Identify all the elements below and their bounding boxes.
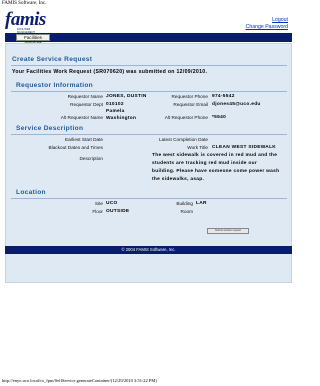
divider <box>11 91 287 92</box>
page-title: Create Service Request <box>12 56 93 63</box>
requestor-email-value: djones45@uco.edu <box>212 102 261 107</box>
requestor-name-value: JONES, DUSTIN <box>106 94 147 99</box>
alt-requestor-name-line2: Washington <box>106 116 137 121</box>
footer-bar: © 2004 FAMIS Software, Inc. <box>5 246 292 254</box>
floor-value: OUTSIDE <box>106 209 130 214</box>
alt-requestor-name-line1: Pamela <box>106 109 125 114</box>
famis-logo[interactable]: famis FACILITIES MANAGEMENT INFORMATION … <box>5 9 47 38</box>
divider <box>11 65 287 66</box>
logo-text: famis <box>5 9 46 30</box>
alt-requestor-phone-label: Alt Requestor Phone <box>164 115 208 120</box>
requestor-phone-value: 974-5542 <box>212 94 235 99</box>
change-password-link[interactable]: Change Password <box>246 24 288 31</box>
location-heading: Location <box>16 189 46 196</box>
requestor-name-label: Requestor Name <box>67 94 103 99</box>
alt-requestor-phone-value: *5540 <box>212 115 227 120</box>
browser-url-footer: http://enyo.uco.local/cs_fpm/SelfService… <box>2 378 157 383</box>
work-title-value: CLEAN WEST SIDEWALK <box>212 145 277 150</box>
copyright-text: © 2004 FAMIS Software, Inc. <box>121 247 176 252</box>
nav-bar: Facilities Services <box>5 33 292 45</box>
description-value: The west sidewalk is covered in red mud … <box>152 153 280 182</box>
requestor-dept-value: 010102 <box>106 102 124 107</box>
work-title-label: Work Title <box>187 145 208 150</box>
divider <box>11 198 287 199</box>
logout-link[interactable]: Logout <box>246 17 288 24</box>
site-label: Site <box>94 201 103 206</box>
submit-another-request-button[interactable]: Submit another request <box>207 228 249 234</box>
floor-label: Floor <box>92 209 103 214</box>
earliest-start-label: Earliest Start Date <box>64 137 103 142</box>
blackout-dates-label: Blackout Dates and Times <box>48 145 103 150</box>
site-value: UCO <box>106 201 118 206</box>
room-label: Room <box>180 209 193 214</box>
browser-page-title: FAMIS Software, Inc. <box>2 1 47 6</box>
requestor-heading: Requestor Information <box>16 82 94 89</box>
building-value: LAR <box>196 201 207 206</box>
requestor-phone-label: Requestor Phone <box>171 94 208 99</box>
requestor-dept-label: Requestor Dept <box>70 102 103 107</box>
latest-completion-label: Latest Completion Date <box>159 137 208 142</box>
submission-confirmation: Your Facilities Work Request (SR070620) … <box>12 69 208 75</box>
requestor-email-label: Requestor Email <box>173 102 208 107</box>
alt-requestor-name-label: Alt Requestor Name <box>60 115 103 120</box>
building-label: Building <box>176 201 193 206</box>
description-label: Description <box>79 156 103 161</box>
tab-facilities-services[interactable]: Facilities Services <box>16 34 50 45</box>
divider <box>11 134 287 135</box>
header-links: Logout Change Password <box>246 17 288 31</box>
service-heading: Service Description <box>16 125 84 132</box>
